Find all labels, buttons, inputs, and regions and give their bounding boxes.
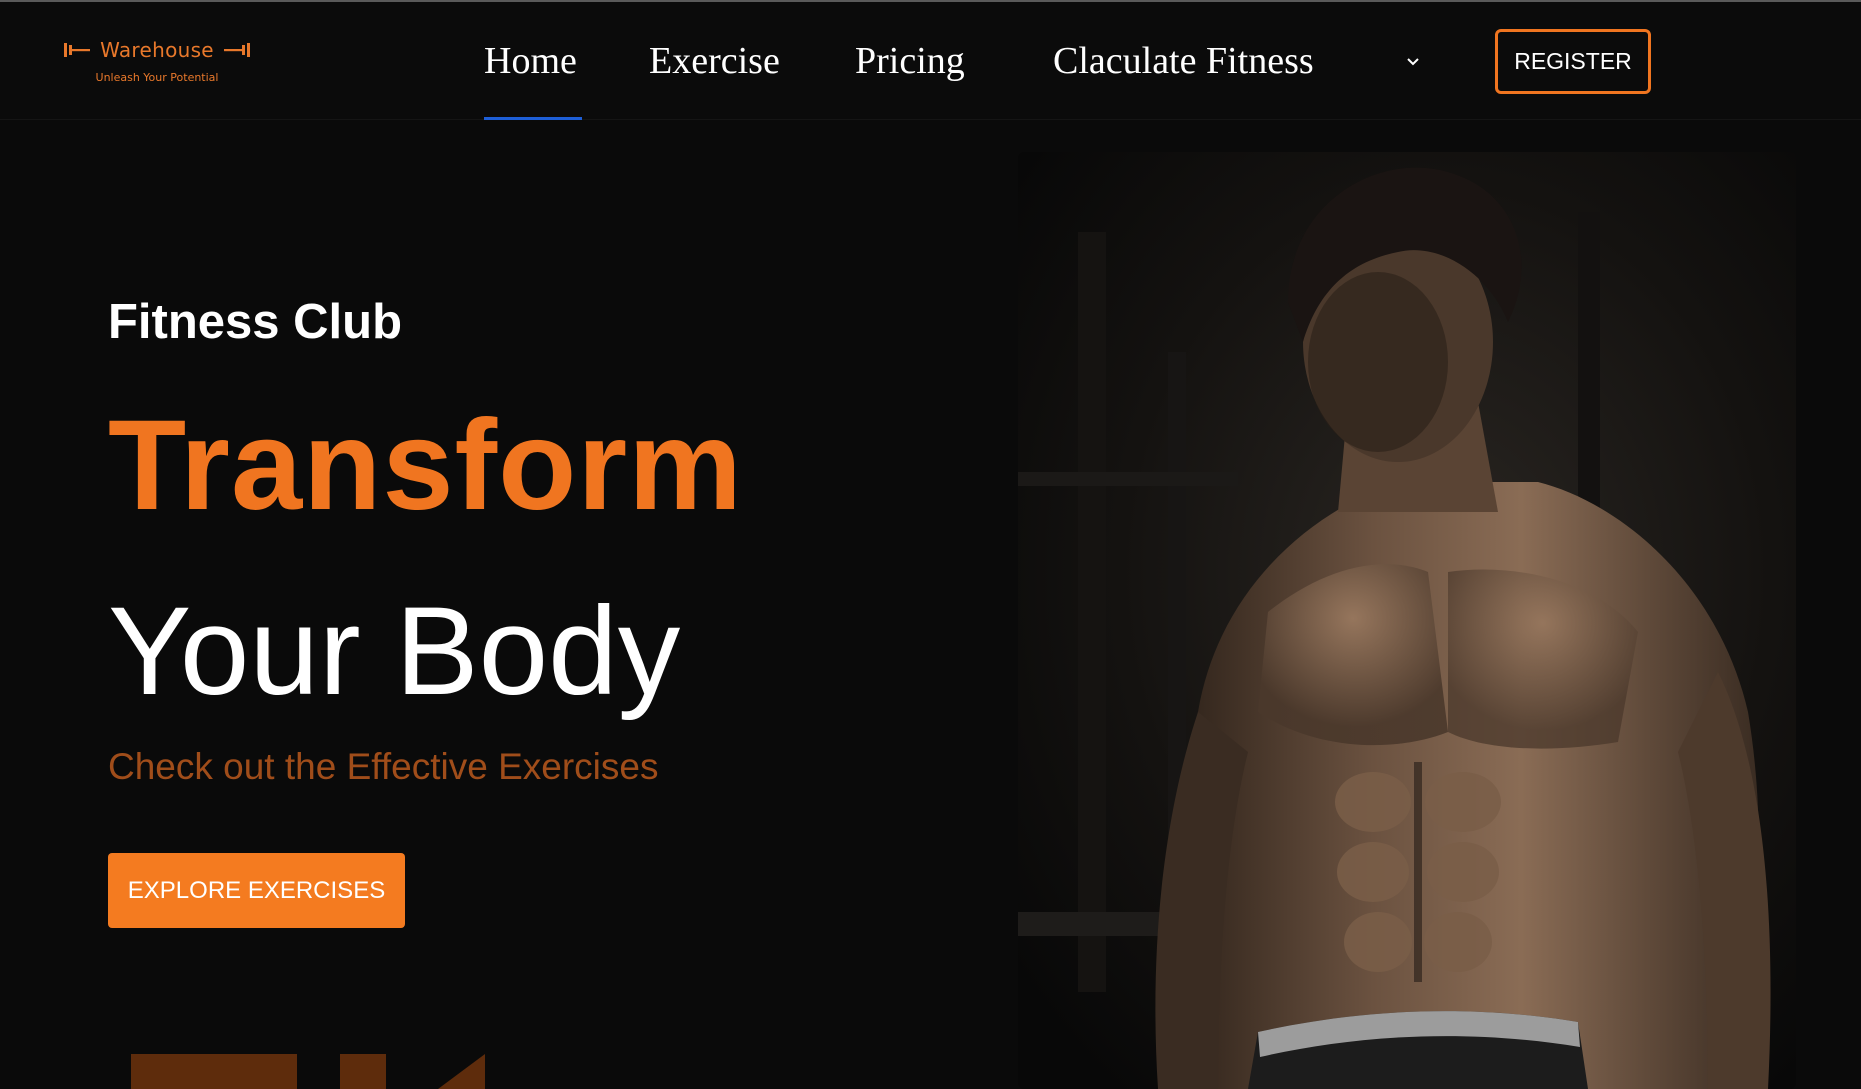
chevron-down-icon[interactable] (1403, 52, 1423, 72)
site-header: Warehouse Unleash Your Potential Home Ex… (0, 2, 1861, 120)
hero-subtitle: Check out the Effective Exercises (108, 746, 659, 787)
register-button[interactable]: REGISTER (1495, 29, 1651, 94)
nav-exercise[interactable]: Exercise (649, 36, 780, 86)
brand-logo[interactable]: Warehouse Unleash Your Potential (62, 30, 252, 92)
nav-pricing[interactable]: Pricing (855, 36, 965, 86)
dumbbell-icon (223, 43, 250, 57)
active-nav-indicator (484, 117, 582, 120)
athlete-photo (1018, 152, 1796, 1089)
decorative-shape (340, 1054, 386, 1089)
explore-exercises-button[interactable]: EXPLORE EXERCISES (108, 853, 405, 928)
logo-row: Warehouse (62, 36, 252, 64)
decorative-shape (438, 1054, 485, 1089)
nav-home[interactable]: Home (484, 36, 577, 86)
brand-tagline: Unleash Your Potential (95, 71, 219, 84)
hero-headline: Your Body (108, 582, 681, 721)
brand-name: Warehouse (100, 38, 214, 62)
decorative-shape (131, 1054, 297, 1089)
nav-calculate-fitness[interactable]: Claculate Fitness (1053, 36, 1314, 86)
hero-eyebrow: Fitness Club (108, 295, 403, 349)
hero-headline-accent: Transform (108, 394, 743, 537)
dumbbell-icon (64, 43, 91, 57)
hero-image (1018, 152, 1796, 1089)
